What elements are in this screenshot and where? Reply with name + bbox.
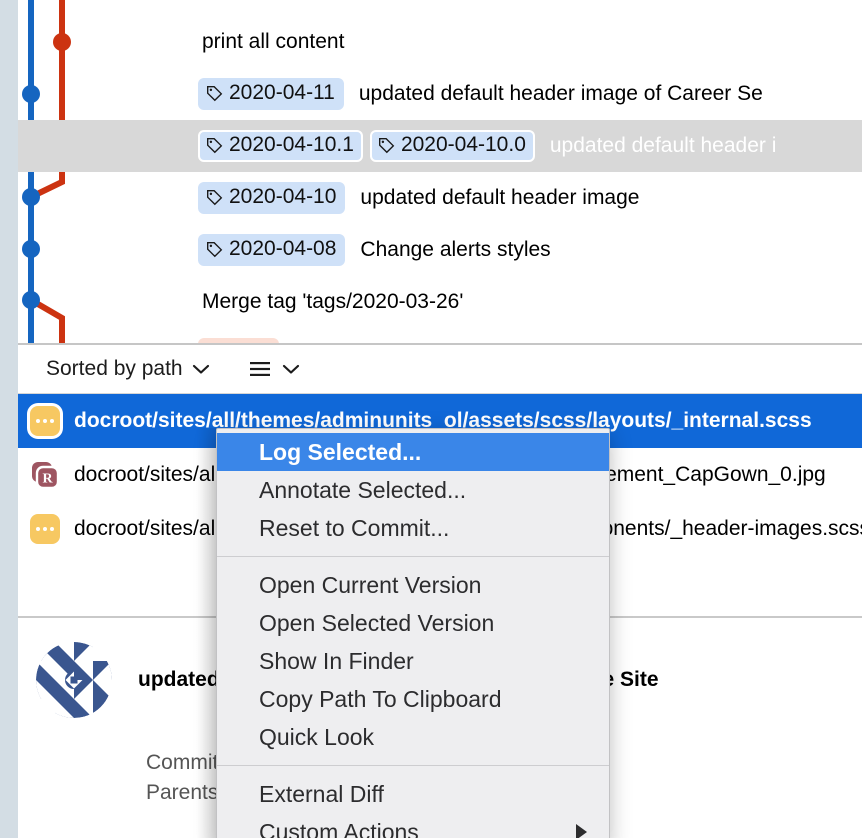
menu-item-label: Show In Finder xyxy=(259,647,414,674)
table-row[interactable]: Merge tag 'tags/2020-03-26' xyxy=(18,276,862,328)
commit-history-pane[interactable]: print all content 2020-04-11 updated def… xyxy=(18,0,862,345)
tag-label: 2020-04-10.0 xyxy=(400,133,526,157)
chevron-down-icon xyxy=(282,364,299,374)
sourcetree-window: print all content 2020-04-11 updated def… xyxy=(0,0,862,838)
menu-item-label: Quick Look xyxy=(259,723,375,750)
menu-item-copy-path-to-clipboard[interactable]: Copy Path To Clipboard xyxy=(217,680,609,718)
tag-list: 2020-04-11 updated default header image … xyxy=(198,78,763,110)
commit-message: updated default header image xyxy=(360,185,640,209)
submenu-arrow-icon xyxy=(576,824,587,838)
tag-label: 2020-04-10 xyxy=(229,185,337,209)
table-row[interactable]: 2020-04-11 updated default header image … xyxy=(18,68,862,120)
view-mode-button[interactable] xyxy=(248,360,300,378)
table-row[interactable]: print all content xyxy=(18,16,862,68)
menu-item-reset-to-commit[interactable]: Reset to Commit... xyxy=(217,509,609,547)
window-left-edge xyxy=(0,0,18,838)
replaced-r-icon: R xyxy=(30,460,60,490)
commit-message: Merge tag 'tags/2020-03-26' xyxy=(202,290,464,313)
commit-row-list: print all content 2020-04-11 updated def… xyxy=(18,0,862,345)
tag-icon xyxy=(207,241,223,258)
commit-message: updated default header image of Career S… xyxy=(358,81,763,105)
sort-order-label: Sorted by path xyxy=(46,357,183,380)
tag-label: 2020-04-10.1 xyxy=(229,133,354,157)
menu-item-external-diff[interactable]: External Diff xyxy=(217,775,609,813)
tag-badge[interactable]: 2020-04-10.1 xyxy=(198,130,363,162)
tag-icon xyxy=(378,137,395,154)
menu-item-label: Open Current Version xyxy=(259,571,482,598)
menu-item-label: Annotate Selected... xyxy=(259,476,467,503)
menu-item-open-selected-version[interactable]: Open Selected Version xyxy=(217,604,609,642)
menu-item-label: External Diff xyxy=(259,780,384,807)
tag-label: 2020-04-11 xyxy=(229,81,335,105)
tag-badge[interactable]: 2020-04-08 xyxy=(198,234,346,266)
chevron-down-icon xyxy=(192,364,209,374)
tag-list: 2020-04-10 updated default header image xyxy=(198,182,640,214)
table-row[interactable]: 2020-04-10.1 2020-04-10.0 updated defaul… xyxy=(18,120,862,172)
menu-item-show-in-finder[interactable]: Show In Finder xyxy=(217,642,609,680)
commit-message: Change alerts styles xyxy=(360,237,551,261)
tag-badge[interactable]: 2020-04-10.0 xyxy=(369,130,535,162)
tag-list: 2020-04-10.1 2020-04-10.0 updated defaul… xyxy=(198,130,777,162)
menu-item-custom-actions[interactable]: Custom Actions xyxy=(217,813,609,838)
tag-badge[interactable]: 2020-04-11 xyxy=(198,78,344,110)
modified-dots-icon xyxy=(30,514,60,544)
identicon-avatar xyxy=(36,642,112,718)
menu-item-label: Reset to Commit... xyxy=(259,514,450,541)
menu-item-annotate-selected[interactable]: Annotate Selected... xyxy=(217,471,609,509)
modified-dots-icon xyxy=(30,406,60,436)
file-context-menu[interactable]: Log Selected... Annotate Selected... Res… xyxy=(216,428,610,838)
table-row[interactable]: 2020-04-08 Change alerts styles xyxy=(18,224,862,276)
tag-icon xyxy=(207,137,223,154)
list-view-icon xyxy=(249,362,270,376)
menu-item-label: Custom Actions xyxy=(259,818,419,838)
svg-text:R: R xyxy=(42,472,53,487)
commit-message: updated default header i xyxy=(549,133,777,157)
tag-list: 2020-04-08 Change alerts styles xyxy=(198,234,551,266)
sort-order-button[interactable]: Sorted by path xyxy=(46,357,210,381)
tag-badge[interactable]: 2020-04-10 xyxy=(198,182,346,214)
menu-item-quick-look[interactable]: Quick Look xyxy=(217,718,609,756)
menu-item-label: Open Selected Version xyxy=(259,609,495,636)
commit-hash-label: Commit: xyxy=(146,751,225,774)
tag-icon xyxy=(207,189,223,206)
tag-icon xyxy=(207,85,223,102)
file-list-toolbar: Sorted by path xyxy=(18,345,862,394)
table-row[interactable]: 2020-04-10 updated default header image xyxy=(18,172,862,224)
commit-parents-label: Parents: xyxy=(146,781,225,805)
menu-item-log-selected[interactable]: Log Selected... xyxy=(217,433,609,471)
menu-item-label: Copy Path To Clipboard xyxy=(259,685,502,712)
menu-item-label: Log Selected... xyxy=(259,438,422,465)
tag-label: 2020-04-08 xyxy=(229,237,337,261)
menu-item-open-current-version[interactable]: Open Current Version xyxy=(217,566,609,604)
menu-separator xyxy=(217,765,609,766)
history-pane-divider xyxy=(18,343,862,345)
menu-separator xyxy=(217,556,609,557)
commit-message: print all content xyxy=(202,30,345,53)
